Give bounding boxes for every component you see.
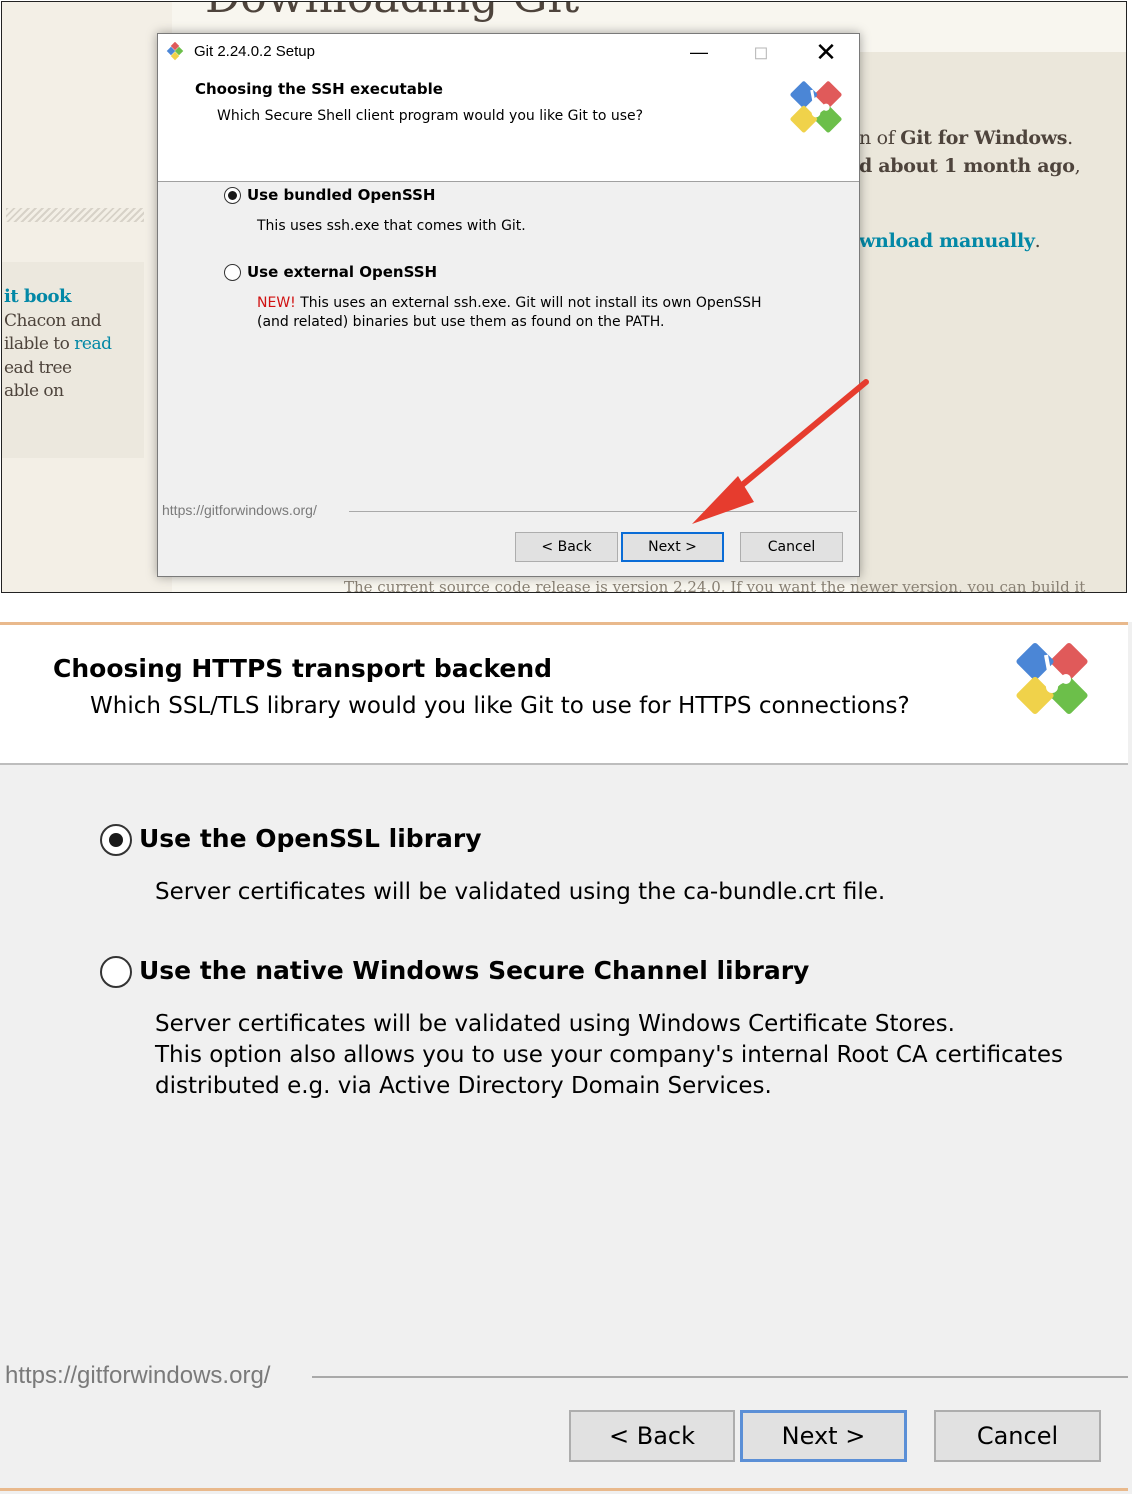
cancel-button[interactable]: Cancel: [934, 1410, 1101, 1462]
screenshot-https-step: Choosing HTTPS transport backend Which S…: [0, 622, 1132, 1494]
external-openssh-description-line1: NEW! This uses an external ssh.exe. Git …: [257, 294, 762, 313]
website-sidebar-read-link[interactable]: read: [74, 334, 112, 354]
website-hatch-divider: [6, 208, 144, 222]
use-schannel-label[interactable]: Use the native Windows Secure Channel li…: [139, 956, 809, 985]
git-app-icon: [166, 42, 184, 61]
website-sidebar-text: ilable to read: [4, 334, 112, 354]
website-download-manually-link[interactable]: wnload manually: [859, 230, 1035, 252]
website-sidebar-book-link[interactable]: it book: [4, 286, 72, 307]
git-logo-icon: [790, 81, 842, 133]
website-sidebar-text: Chacon and: [4, 311, 102, 331]
gitforwindows-url: https://gitforwindows.org/: [5, 1362, 271, 1389]
next-button[interactable]: Next >: [740, 1410, 907, 1462]
openssl-description: Server certificates will be validated us…: [155, 879, 886, 905]
website-download-suffix: .: [1034, 230, 1041, 252]
website-release-date-suffix: ,: [1074, 155, 1081, 177]
back-button[interactable]: < Back: [515, 532, 618, 562]
schannel-description-line2: This option also allows you to use your …: [155, 1042, 1064, 1068]
use-openssl-radio[interactable]: [100, 824, 132, 856]
external-openssh-text: This uses an external ssh.exe. Git will …: [295, 295, 762, 311]
website-sidebar-text: ead tree: [4, 358, 72, 378]
close-icon[interactable]: ✕: [803, 34, 849, 70]
footer-separator: [312, 1376, 1128, 1378]
git-logo-icon: [1016, 642, 1088, 715]
website-release-date: d about 1 month ago,: [859, 155, 1081, 177]
website-sidebar-text: able on: [4, 381, 64, 401]
schannel-description-line3: distributed e.g. via Active Directory Do…: [155, 1073, 772, 1099]
wizard-header: Choosing HTTPS transport backend Which S…: [0, 625, 1128, 765]
use-bundled-openssh-label[interactable]: Use bundled OpenSSH: [247, 186, 435, 204]
website-release-text: n of Git for Windows.: [859, 127, 1073, 149]
schannel-description-line1: Server certificates will be validated us…: [155, 1011, 955, 1037]
website-release-date-bold: d about 1 month ago: [859, 155, 1075, 177]
website-sidebar-text-part: ilable to: [4, 334, 75, 354]
wizard-step-subtitle: Which Secure Shell client program would …: [217, 108, 644, 124]
website-release-bold: Git for Windows: [900, 127, 1068, 149]
gitforwindows-url: https://gitforwindows.org/: [162, 502, 317, 518]
website-source-note: The current source code release is versi…: [344, 578, 1086, 593]
title-bar[interactable]: Git 2.24.0.2 Setup — ◻ ✕: [158, 34, 859, 70]
wizard-step-title: Choosing the SSH executable: [195, 80, 443, 98]
wizard-step-subtitle: Which SSL/TLS library would you like Git…: [90, 693, 910, 719]
minimize-icon[interactable]: —: [676, 34, 722, 70]
wizard-step-title: Choosing HTTPS transport backend: [53, 654, 553, 683]
bundled-openssh-description: This uses ssh.exe that comes with Git.: [257, 218, 526, 234]
back-button[interactable]: < Back: [569, 1410, 735, 1462]
annotation-arrow: [692, 379, 869, 524]
website-headline: Downloading Git: [205, 2, 579, 23]
maximize-icon[interactable]: ◻: [738, 34, 784, 70]
website-release-prefix: n of: [859, 127, 901, 149]
use-schannel-radio[interactable]: [100, 956, 132, 988]
external-openssh-description-line2: (and related) binaries but use them as f…: [257, 314, 665, 330]
use-external-openssh-label[interactable]: Use external OpenSSH: [247, 263, 437, 281]
use-external-openssh-radio[interactable]: [224, 264, 241, 281]
use-openssl-label[interactable]: Use the OpenSSL library: [139, 824, 482, 853]
use-bundled-openssh-radio[interactable]: [224, 187, 241, 204]
window-title: Git 2.24.0.2 Setup: [194, 43, 315, 60]
website-download-line: wnload manually.: [859, 230, 1041, 252]
window-bottom-border: [0, 1488, 1128, 1491]
screenshot-ssh-step: Downloading Git it book Chacon and ilabl…: [1, 1, 1127, 593]
website-release-suffix: .: [1067, 127, 1073, 149]
new-badge: NEW!: [257, 295, 296, 311]
